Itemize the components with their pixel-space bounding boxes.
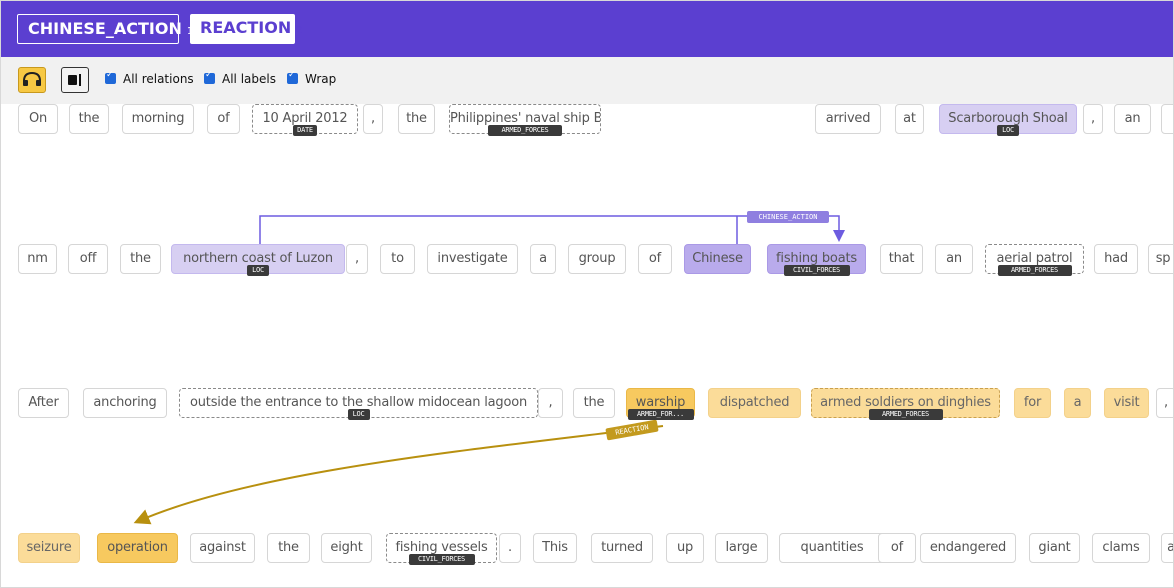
token[interactable]: sp	[1148, 244, 1173, 274]
token[interactable]: of	[638, 244, 672, 274]
entity-label-tag[interactable]: ARMED_FORCES	[488, 125, 562, 136]
all-labels-label: All labels	[222, 72, 276, 86]
token[interactable]: group	[568, 244, 626, 274]
entity-label-tag[interactable]: DATE	[293, 125, 317, 136]
token[interactable]: dispatched	[708, 388, 801, 418]
token[interactable]: had	[1094, 244, 1138, 274]
token[interactable]: nm	[18, 244, 57, 274]
token[interactable]: that	[880, 244, 923, 274]
token[interactable]: a	[1161, 533, 1173, 563]
toolbar: All relations All labels Wrap	[1, 57, 1173, 104]
labels-view-icon	[68, 74, 81, 86]
entity-label-tag[interactable]: ARMED_FORCES	[997, 265, 1072, 276]
tab-reaction-index: 2	[296, 25, 303, 36]
wrap-checkbox[interactable]	[287, 70, 298, 84]
token[interactable]: ,	[538, 388, 563, 418]
relations-view-button[interactable]	[18, 67, 46, 93]
token[interactable]: to	[380, 244, 415, 274]
token[interactable]: operation	[97, 533, 178, 563]
entity-label-tag[interactable]: ARMED_FOR...	[627, 409, 694, 420]
token[interactable]: an	[935, 244, 973, 274]
token[interactable]: investigate	[427, 244, 518, 274]
token[interactable]: of	[878, 533, 916, 563]
token[interactable]: eight	[321, 533, 372, 563]
token[interactable]: This	[533, 533, 577, 563]
tab-chinese-action-label: CHINESE_ACTION	[28, 19, 182, 38]
tab-reaction-label: REACTION	[200, 18, 292, 37]
token[interactable]: a	[530, 244, 556, 274]
token[interactable]: the	[573, 388, 615, 418]
token[interactable]: seizure	[18, 533, 80, 563]
annotation-canvas: CHINESE_ACTION REACTION On the morning of 10…	[1, 104, 1173, 587]
chinese-action-relation-label[interactable]: CHINESE_ACTION	[747, 211, 829, 223]
reaction-relation-line	[133, 425, 664, 525]
token[interactable]: the	[69, 104, 109, 134]
relation-tabs-bar: CHINESE_ACTION1 REACTION 2	[1, 1, 1173, 57]
token[interactable]: Chinese	[684, 244, 751, 274]
entity-label-tag[interactable]: LOC	[997, 125, 1019, 136]
token[interactable]: for	[1014, 388, 1051, 418]
tab-chinese-action[interactable]: CHINESE_ACTION1	[17, 14, 193, 44]
token[interactable]: ,	[346, 244, 368, 274]
token[interactable]: the	[398, 104, 435, 134]
entity-label-tag[interactable]: CIVIL_FORCES	[783, 265, 850, 276]
wrap-label: Wrap	[305, 72, 337, 86]
token[interactable]: the	[267, 533, 310, 563]
all-relations-label: All relations	[123, 72, 194, 86]
labels-view-button[interactable]	[61, 67, 89, 93]
token[interactable]: up	[666, 533, 704, 563]
token[interactable]: visit	[1104, 388, 1149, 418]
token[interactable]	[1161, 104, 1173, 134]
token[interactable]: ,	[1083, 104, 1103, 134]
token[interactable]: quantities	[779, 533, 885, 563]
tab-reaction[interactable]: REACTION 2	[190, 14, 303, 44]
token[interactable]: of	[207, 104, 240, 134]
token[interactable]: at	[895, 104, 924, 134]
entity-label-tag[interactable]: LOC	[247, 265, 269, 276]
token[interactable]: morning	[122, 104, 194, 134]
token[interactable]: anchoring	[83, 388, 167, 418]
token[interactable]: a	[1064, 388, 1091, 418]
token[interactable]: ,	[1156, 388, 1173, 418]
token[interactable]: the	[120, 244, 161, 274]
token[interactable]: ,	[363, 104, 383, 134]
token[interactable]: against	[190, 533, 255, 563]
token[interactable]: clams	[1092, 533, 1150, 563]
relations-view-icon	[23, 71, 41, 86]
token[interactable]: .	[499, 533, 521, 563]
token[interactable]: After	[18, 388, 69, 418]
token[interactable]: giant	[1029, 533, 1080, 563]
token[interactable]: large	[715, 533, 768, 563]
token[interactable]: On	[18, 104, 58, 134]
annotation-app: CHINESE_ACTION1 REACTION 2 All relations …	[0, 0, 1174, 588]
entity-label-tag[interactable]: LOC	[347, 409, 370, 420]
all-relations-checkbox[interactable]	[105, 70, 116, 84]
token[interactable]: arrived	[815, 104, 881, 134]
token[interactable]: off	[68, 244, 108, 274]
entity-label-tag[interactable]: CIVIL_FORCES	[408, 554, 475, 565]
token[interactable]: turned	[591, 533, 653, 563]
entity-label-tag[interactable]: ARMED_FORCES	[868, 409, 943, 420]
relation-arrows	[133, 215, 845, 525]
token[interactable]: endangered	[920, 533, 1016, 563]
all-labels-checkbox[interactable]	[204, 70, 215, 84]
token[interactable]: an	[1114, 104, 1151, 134]
